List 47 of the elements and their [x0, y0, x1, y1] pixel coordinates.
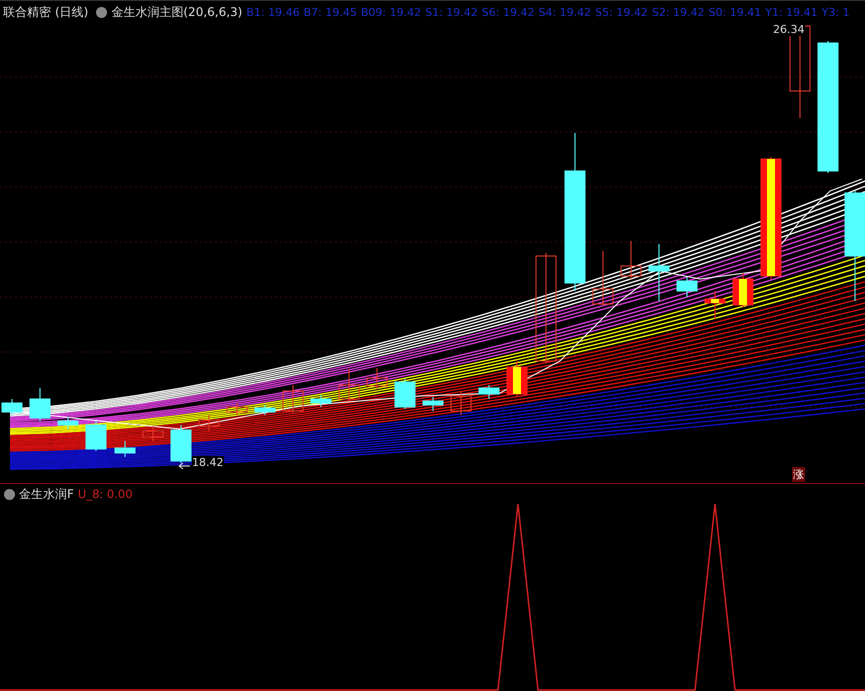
arrow-icon [178, 462, 190, 470]
candlestick [506, 360, 528, 396]
candlestick [450, 390, 472, 416]
low-price-label: 18.42 [192, 456, 224, 469]
candlestick [648, 244, 670, 302]
indicator-readout: S6: 19.42 [482, 6, 534, 18]
high-price-label: 26.34 [773, 23, 804, 36]
candlestick [226, 402, 248, 416]
indicator-readout: S5: 19.42 [595, 6, 648, 18]
indicator-readout: B1: 19.46 [246, 6, 300, 18]
candlestick [478, 384, 500, 400]
candlestick [310, 394, 332, 408]
indicator-readout: Y1: 19.41 [765, 6, 818, 18]
candlestick [114, 440, 136, 458]
candlestick [198, 414, 220, 432]
stock-name: 联合精密 [3, 4, 51, 20]
candlestick [58, 416, 78, 430]
limit-up-badge: 涨 [792, 467, 805, 482]
candlestick [422, 396, 444, 412]
indicator-readout: S2: 19.42 [652, 6, 705, 18]
indicator-readout: S4: 19.42 [538, 6, 592, 18]
indicator-readout: U_8: 0.00 [78, 487, 133, 501]
candlestick [30, 388, 50, 422]
candlestick [142, 426, 164, 442]
candlestick [170, 424, 192, 464]
indicator-name[interactable]: 金生水润主图(20,6,6,3) [111, 4, 242, 20]
candlestick [338, 368, 360, 402]
indicator-readout: Y3: 1 [822, 6, 850, 18]
indicator-name[interactable]: 金生水润F [19, 486, 74, 502]
indicator-readout: S0: 19.41 [708, 6, 762, 18]
candlestick [366, 368, 388, 390]
candlestick [676, 276, 698, 298]
candlestick [254, 404, 276, 416]
candlestick [620, 240, 642, 280]
candlestick [732, 272, 754, 308]
candlestick [2, 398, 22, 416]
indicator-readout: B7: 19.45 [304, 6, 357, 18]
candlestick [704, 290, 726, 320]
indicator-readout: S1: 19.42 [425, 6, 478, 18]
dropdown-icon[interactable] [4, 488, 15, 500]
candlestick [86, 420, 106, 452]
dropdown-icon[interactable] [96, 6, 108, 18]
candlestick [592, 250, 614, 306]
chart-period: (日线) [55, 4, 88, 20]
indicator-readout: B09: 19.42 [360, 6, 422, 18]
candlestick [282, 384, 304, 414]
candlestick [394, 378, 416, 410]
